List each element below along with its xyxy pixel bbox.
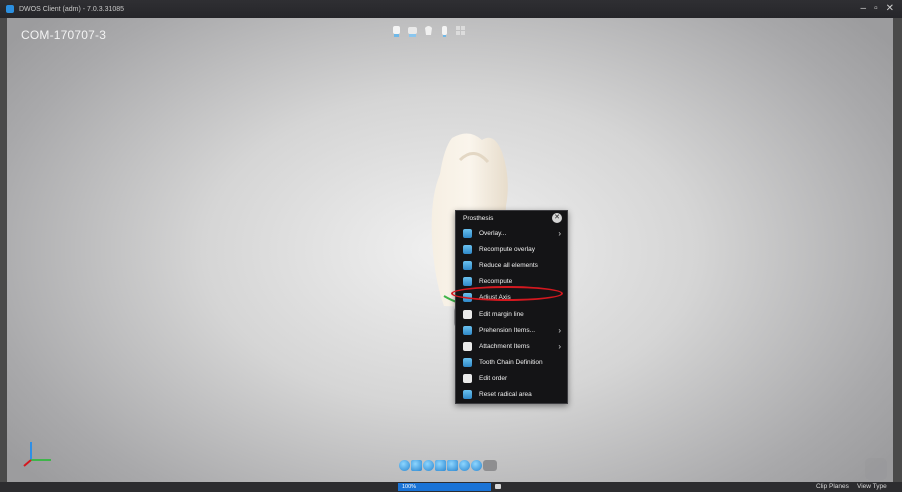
view-top-icon[interactable] [391, 24, 402, 38]
progress-label: 100% [402, 484, 417, 490]
menu-item-label: Reset radical area [479, 391, 532, 399]
menu-item-label: Edit margin line [479, 310, 524, 318]
visibility-icon[interactable] [459, 460, 470, 471]
play-icon[interactable] [471, 460, 482, 471]
bottom-toolbar [399, 460, 497, 471]
maximize-button[interactable]: ▫ [874, 3, 878, 15]
submenu-arrow-icon: › [558, 325, 561, 335]
extra-tool-icon[interactable] [483, 460, 497, 471]
menu-item-label: Recompute [479, 278, 513, 286]
view-side-icon[interactable] [407, 24, 418, 38]
attachment-icon [463, 341, 472, 351]
title-bar: DWOS Client (adm) - 7.0.3.31085 – ▫ ✕ [0, 0, 902, 18]
overlay-icon [463, 228, 472, 238]
progress-bar: 100% [398, 483, 491, 491]
recompute-icon [463, 277, 472, 287]
scan-icon[interactable] [423, 460, 434, 471]
menu-item-edit-margin-line[interactable]: Edit margin line [456, 306, 567, 322]
submenu-arrow-icon: › [558, 341, 561, 351]
status-icon[interactable] [495, 484, 501, 489]
view-cube-button[interactable] [865, 458, 887, 480]
reduce-elements-icon [463, 260, 472, 270]
menu-item-label: Prehension Items... [479, 326, 535, 334]
home-icon[interactable] [399, 460, 410, 471]
clip-planes-button[interactable]: Clip Planes [816, 482, 849, 492]
close-button[interactable]: ✕ [886, 3, 894, 15]
prosthesis-context-menu: Prosthesis ✕ Overlay... › Recompute over… [455, 210, 568, 404]
menu-item-label: Reduce all elements [479, 261, 538, 269]
layers-icon[interactable] [435, 460, 446, 471]
menu-item-label: Overlay... [479, 229, 507, 237]
menu-item-prehension-items[interactable]: Prehension Items... › [456, 322, 567, 338]
menu-item-label: Attachment Items [479, 342, 530, 350]
app-logo-icon [6, 5, 14, 13]
view-type-button[interactable]: View Type [857, 482, 887, 492]
menu-item-label: Tooth Chain Definition [479, 359, 543, 367]
menu-item-tooth-chain-definition[interactable]: Tooth Chain Definition [456, 355, 567, 371]
window-title: DWOS Client (adm) - 7.0.3.31085 [19, 5, 125, 13]
edit-order-icon [463, 374, 472, 384]
tooth-chain-icon [463, 358, 472, 368]
reset-area-icon [463, 390, 472, 400]
menu-item-overlay[interactable]: Overlay... › [456, 225, 567, 241]
menu-item-label: Edit order [479, 375, 508, 383]
recompute-overlay-icon [463, 244, 472, 254]
minimize-button[interactable]: – [861, 3, 867, 15]
3d-viewport[interactable]: COM-170707-3 [7, 18, 893, 482]
menu-item-attachment-items[interactable]: Attachment Items › [456, 338, 567, 354]
menu-header: Prosthesis ✕ [456, 211, 567, 225]
menu-item-recompute-overlay[interactable]: Recompute overlay [456, 241, 567, 257]
menu-title: Prosthesis [463, 214, 494, 222]
window-controls: – ▫ ✕ [861, 3, 895, 15]
adjust-axis-highlight [451, 286, 563, 301]
menu-close-icon[interactable]: ✕ [552, 213, 562, 223]
status-bar: 100% Clip Planes View Type [0, 482, 902, 492]
prehension-icon [463, 325, 472, 335]
view-grid-icon[interactable] [455, 24, 466, 38]
view-toolbar [391, 24, 466, 38]
submenu-arrow-icon: › [558, 228, 561, 238]
tooth-view-icon[interactable] [411, 460, 422, 471]
axis-triad [23, 442, 51, 467]
document-id: COM-170707-3 [21, 28, 107, 42]
menu-item-reset-radical-area[interactable]: Reset radical area [456, 387, 567, 403]
view-profile-icon[interactable] [439, 24, 450, 38]
margin-line-icon [463, 309, 472, 319]
menu-item-label: Recompute overlay [479, 245, 535, 253]
view-crown-icon[interactable] [423, 24, 434, 38]
menu-item-edit-order[interactable]: Edit order [456, 371, 567, 387]
menu-item-reduce-all-elements[interactable]: Reduce all elements [456, 257, 567, 273]
crown-icon[interactable] [447, 460, 458, 471]
